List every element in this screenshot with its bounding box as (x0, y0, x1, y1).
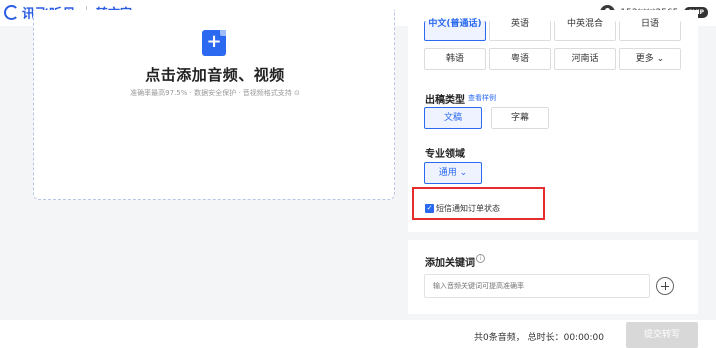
info-icon[interactable]: i (476, 254, 485, 263)
lang-option-korean[interactable]: 韩语 (424, 48, 486, 70)
submit-button[interactable]: 提交转写 (626, 322, 698, 348)
lang-option-cantonese[interactable]: 粤语 (489, 48, 551, 70)
domain-title: 专业领域 (425, 149, 465, 160)
footer-bar (0, 320, 716, 348)
upload-area[interactable]: + 点击添加音频、视频 准确率最高97.5% · 数据安全保护 · 音视频格式支… (33, 10, 395, 200)
output-type-title: 出稿类型 (425, 95, 465, 106)
lang-more-dropdown[interactable]: 更多 ⌄ (619, 48, 681, 70)
lang-option-english[interactable]: 英语 (489, 20, 551, 41)
logo-icon (4, 4, 19, 20)
output-option-manuscript[interactable]: 文稿 (424, 107, 482, 129)
add-file-icon[interactable]: + (202, 30, 226, 56)
sms-checkbox[interactable]: ✓ (425, 204, 434, 213)
lang-option-japanese[interactable]: 日语 (619, 20, 681, 41)
sms-label[interactable]: 短信通知订单状态 (436, 203, 500, 214)
view-example-link[interactable]: 查看样例 (468, 93, 496, 103)
output-option-subtitle[interactable]: 字幕 (491, 107, 549, 129)
domain-dropdown[interactable]: 通用 ⌄ (424, 162, 482, 184)
lang-option-mandarin[interactable]: 中文(普通话) (424, 20, 486, 41)
upload-description: 准确率最高97.5% · 数据安全保护 · 音视频格式支持 ⊙ (130, 89, 300, 97)
audio-summary: 共0条音频， 总时长：00:00:00 (474, 333, 605, 343)
lang-option-henan[interactable]: 河南话 (554, 48, 616, 70)
keywords-title: 添加关键词 (425, 258, 475, 269)
keyword-input[interactable] (424, 274, 650, 298)
add-keyword-icon[interactable] (656, 277, 674, 295)
upload-title[interactable]: 点击添加音频、视频 (34, 64, 396, 85)
lang-option-mixed[interactable]: 中英混合 (554, 20, 616, 41)
